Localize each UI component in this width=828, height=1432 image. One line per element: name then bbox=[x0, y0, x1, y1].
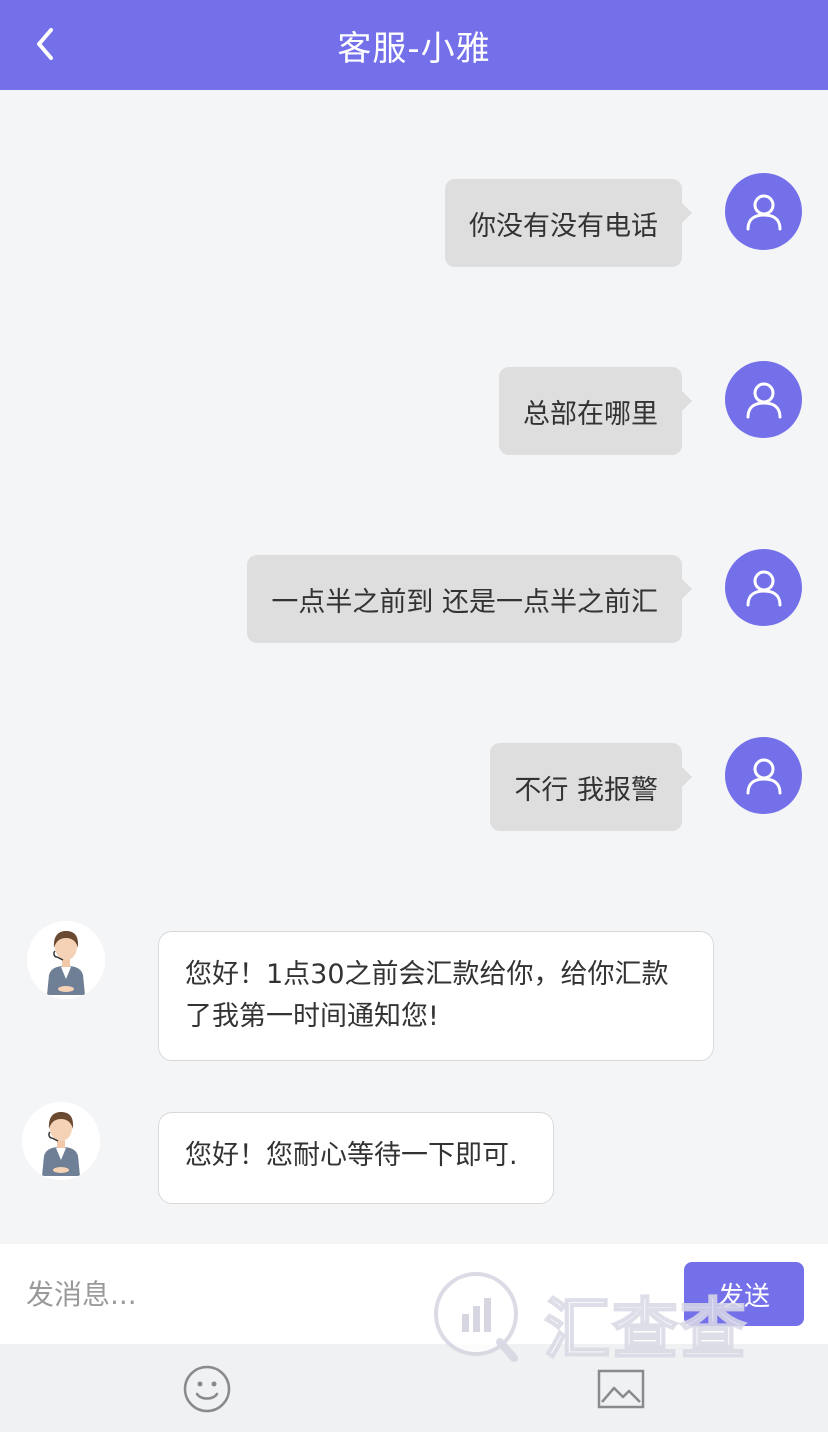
image-button[interactable] bbox=[596, 1364, 646, 1414]
incoming-message: 您好！您耐心等待一下即可. bbox=[158, 1112, 554, 1204]
agent-avatar[interactable] bbox=[22, 1102, 100, 1180]
outgoing-message: 不行 我报警 bbox=[490, 743, 692, 831]
user-avatar[interactable] bbox=[725, 549, 802, 626]
page-title: 客服-小雅 bbox=[337, 28, 491, 69]
emoji-button[interactable] bbox=[182, 1364, 232, 1414]
send-button[interactable]: 发送 bbox=[684, 1262, 804, 1326]
top-bar: 客服-小雅 bbox=[0, 0, 828, 90]
image-icon bbox=[597, 1369, 645, 1409]
chat-area[interactable]: 你没有没有电话 总部在哪里 一点半之前到 还是一点半之前汇 不行 我报警 您好！… bbox=[0, 90, 828, 1244]
agent-avatar[interactable] bbox=[27, 921, 105, 999]
agent-avatar-icon bbox=[22, 1102, 100, 1180]
user-icon bbox=[746, 194, 781, 230]
user-icon bbox=[746, 570, 781, 606]
user-avatar[interactable] bbox=[725, 737, 802, 814]
user-icon bbox=[746, 758, 781, 794]
incoming-message: 您好！1点30之前会汇款给你，给你汇款了我第一时间通知您! bbox=[158, 931, 714, 1061]
message-composer: 发送 bbox=[0, 1244, 828, 1344]
user-avatar[interactable] bbox=[725, 173, 802, 250]
outgoing-message: 总部在哪里 bbox=[499, 367, 692, 455]
outgoing-message: 一点半之前到 还是一点半之前汇 bbox=[247, 555, 692, 643]
smiley-icon bbox=[183, 1365, 231, 1413]
outgoing-message: 你没有没有电话 bbox=[445, 179, 692, 267]
composer-toolbar bbox=[0, 1344, 828, 1432]
message-input[interactable] bbox=[24, 1266, 624, 1322]
user-icon bbox=[746, 382, 781, 418]
agent-avatar-icon bbox=[27, 921, 105, 999]
user-avatar[interactable] bbox=[725, 361, 802, 438]
